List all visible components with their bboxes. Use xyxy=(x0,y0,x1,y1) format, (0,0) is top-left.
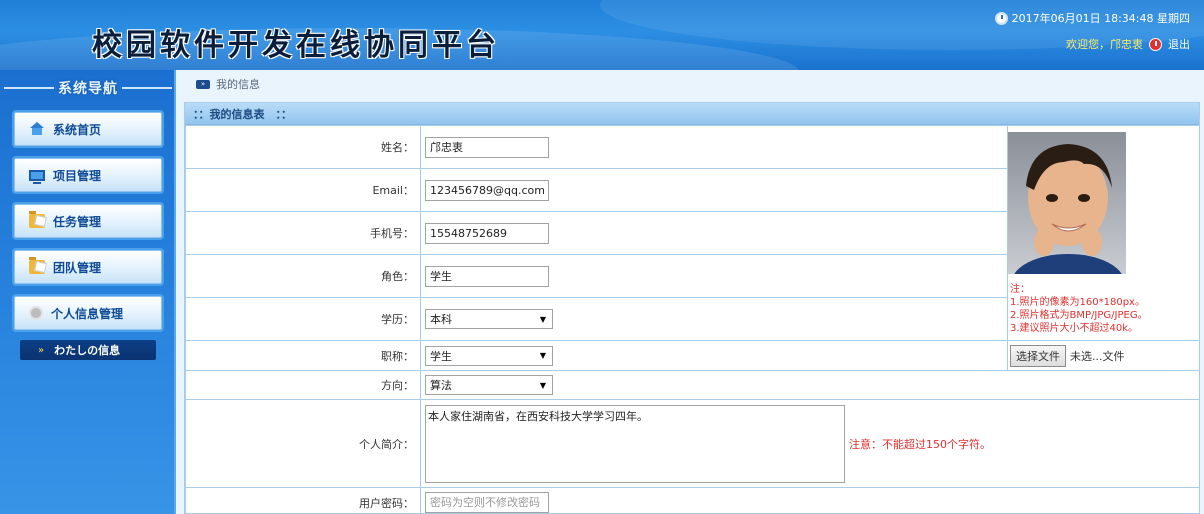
double-arrow-icon: » xyxy=(196,79,210,89)
field-cell: 本科 ▼ xyxy=(420,297,1008,341)
sidebar-item-label: 个人信息管理 xyxy=(51,306,124,321)
sidebar-item-label: 项目管理 xyxy=(53,168,102,183)
divider xyxy=(4,87,54,89)
field-label: 职称： xyxy=(185,340,421,371)
panel-title: ：：我的信息表 ：： xyxy=(185,103,1199,125)
sidebar-item-projects[interactable]: 项目管理 xyxy=(14,158,162,192)
table-row: 个人简介： 本人家住湖南省，在西安科技大学学习四年。 注意：不能超过150个字符… xyxy=(185,399,1199,488)
sidebar-subitem-my-info[interactable]: » わたしの信息 xyxy=(20,340,156,360)
field-label: Email： xyxy=(185,168,421,212)
avatar-icon xyxy=(29,306,43,320)
field-label: 个人简介： xyxy=(185,399,421,488)
table-row: 用户密码： xyxy=(185,487,1199,513)
field-cell xyxy=(420,168,1008,212)
monitor-icon xyxy=(29,169,45,184)
choose-file-button[interactable]: 选择文件 xyxy=(1010,344,1066,367)
info-panel: ：：我的信息表 ：： 姓名： 邝忠衷 注： 1.照片的像素为160*180px。… xyxy=(184,102,1200,514)
field-cell xyxy=(420,125,1008,169)
sidebar-item-tasks[interactable]: 任务管理 xyxy=(14,204,162,238)
photo-note: 2.照片格式为BMP/JPG/JPEG。 xyxy=(1010,310,1148,321)
field-label: 方向： xyxy=(185,370,421,400)
sidebar-item-label: 团队管理 xyxy=(53,260,102,275)
home-icon xyxy=(29,122,45,136)
sidebar-item-label: 系统首页 xyxy=(53,122,102,137)
clock-icon xyxy=(994,11,1008,25)
info-form: 姓名： 邝忠衷 注： 1.照片的像素为160*180px。 2.照片格式为BMP… xyxy=(185,125,1199,513)
file-cell: 选择文件 未选...文件 xyxy=(1007,340,1199,371)
photo-note: 1.照片的像素为160*180px。 xyxy=(1010,297,1145,308)
bio-wrap: 本人家住湖南省，在西安科技大学学习四年。 注意：不能超过150个字符。 xyxy=(425,404,1199,483)
welcome-bar: 欢迎您，邝忠衷 退出 xyxy=(1066,36,1190,52)
password-field[interactable] xyxy=(425,492,549,513)
field-label: 学历： xyxy=(185,297,421,341)
education-select[interactable]: 本科 ▼ xyxy=(425,309,553,329)
bio-textarea[interactable]: 本人家住湖南省，在西安科技大学学习四年。 xyxy=(425,404,845,483)
file-status: 未选...文件 xyxy=(1070,349,1125,363)
field-cell: 算法 ▼ xyxy=(420,370,1199,400)
field-label: 姓名： xyxy=(185,125,421,169)
double-arrow-icon: » xyxy=(38,344,45,356)
folder-icon xyxy=(29,257,45,274)
photo-note: 3.建议照片大小不超过40k。 xyxy=(1010,323,1139,334)
breadcrumb-label: 我的信息 xyxy=(216,78,260,91)
bio-note: 注意：不能超过150个字符。 xyxy=(849,437,991,451)
table-row: 职称： 学生 ▼ 选择文件 未选...文件 xyxy=(185,340,1199,371)
sidebar-subitem-label: わたしの信息 xyxy=(54,344,121,357)
sidebar-item-home[interactable]: 系统首页 xyxy=(14,112,162,146)
table-row: 方向： 算法 ▼ xyxy=(185,370,1199,400)
breadcrumb: » 我的信息 xyxy=(178,74,1204,94)
photo-cell: 注： 1.照片的像素为160*180px。 2.照片格式为BMP/JPG/JPE… xyxy=(1007,125,1199,341)
name-field[interactable] xyxy=(425,136,549,158)
sidebar-item-profile[interactable]: 个人信息管理 xyxy=(14,296,162,330)
dropdown-arrow-icon: ▼ xyxy=(539,351,546,360)
email-field[interactable] xyxy=(425,179,549,201)
photo-note: 注： xyxy=(1010,284,1030,295)
datetime-display: 2017年06月01日 18:34:48 星期四 xyxy=(994,10,1190,26)
dropdown-arrow-icon: ▼ xyxy=(539,314,546,324)
app-title: 校园软件开发在线协同平台 xyxy=(92,28,500,63)
datetime-text: 2017年06月01日 18:34:48 星期四 xyxy=(1011,12,1190,25)
direction-select-value: 算法 xyxy=(430,379,452,392)
field-cell xyxy=(420,211,1008,255)
sidebar-title-text: 系统导航 xyxy=(58,81,118,97)
field-label: 手机号： xyxy=(185,211,421,255)
divider xyxy=(122,87,172,89)
logout-link[interactable]: 退出 xyxy=(1168,36,1190,52)
field-label: 用户密码： xyxy=(185,487,421,513)
file-upload: 选择文件 未选...文件 xyxy=(1008,344,1199,367)
field-cell: 学生 ▼ xyxy=(420,340,1008,371)
education-select-value: 本科 xyxy=(430,313,452,326)
field-cell xyxy=(420,487,1199,513)
table-row: 姓名： 邝忠衷 注： 1.照片的像素为160*180px。 2.照片格式为BMP… xyxy=(185,125,1199,341)
power-icon[interactable] xyxy=(1149,37,1162,51)
phone-field[interactable] xyxy=(425,222,549,244)
field-cell xyxy=(420,254,1008,298)
sidebar-item-label: 任务管理 xyxy=(53,214,102,229)
header: 校园软件开发在线协同平台 2017年06月01日 18:34:48 星期四 欢迎… xyxy=(0,0,1204,70)
field-cell: 本人家住湖南省，在西安科技大学学习四年。 注意：不能超过150个字符。 xyxy=(420,399,1199,488)
title-select[interactable]: 学生 ▼ xyxy=(425,345,553,366)
sidebar-title: 系统导航 xyxy=(0,74,176,102)
role-field[interactable] xyxy=(425,265,549,287)
photo-notes: 注： 1.照片的像素为160*180px。 2.照片格式为BMP/JPG/JPE… xyxy=(1008,283,1199,335)
sidebar: 系统导航 系统首页 项目管理 任务管理 团队管理 个人信息管理 » わたしの信息 xyxy=(0,70,176,514)
profile-photo xyxy=(1008,132,1126,310)
field-label: 角色： xyxy=(185,254,421,298)
direction-select[interactable]: 算法 ▼ xyxy=(425,375,553,395)
sidebar-item-teams[interactable]: 团队管理 xyxy=(14,250,162,284)
dropdown-arrow-icon: ▼ xyxy=(539,380,546,390)
welcome-text: 欢迎您，邝忠衷 xyxy=(1066,38,1143,51)
folder-icon xyxy=(29,211,45,228)
title-select-value: 学生 xyxy=(430,349,452,363)
